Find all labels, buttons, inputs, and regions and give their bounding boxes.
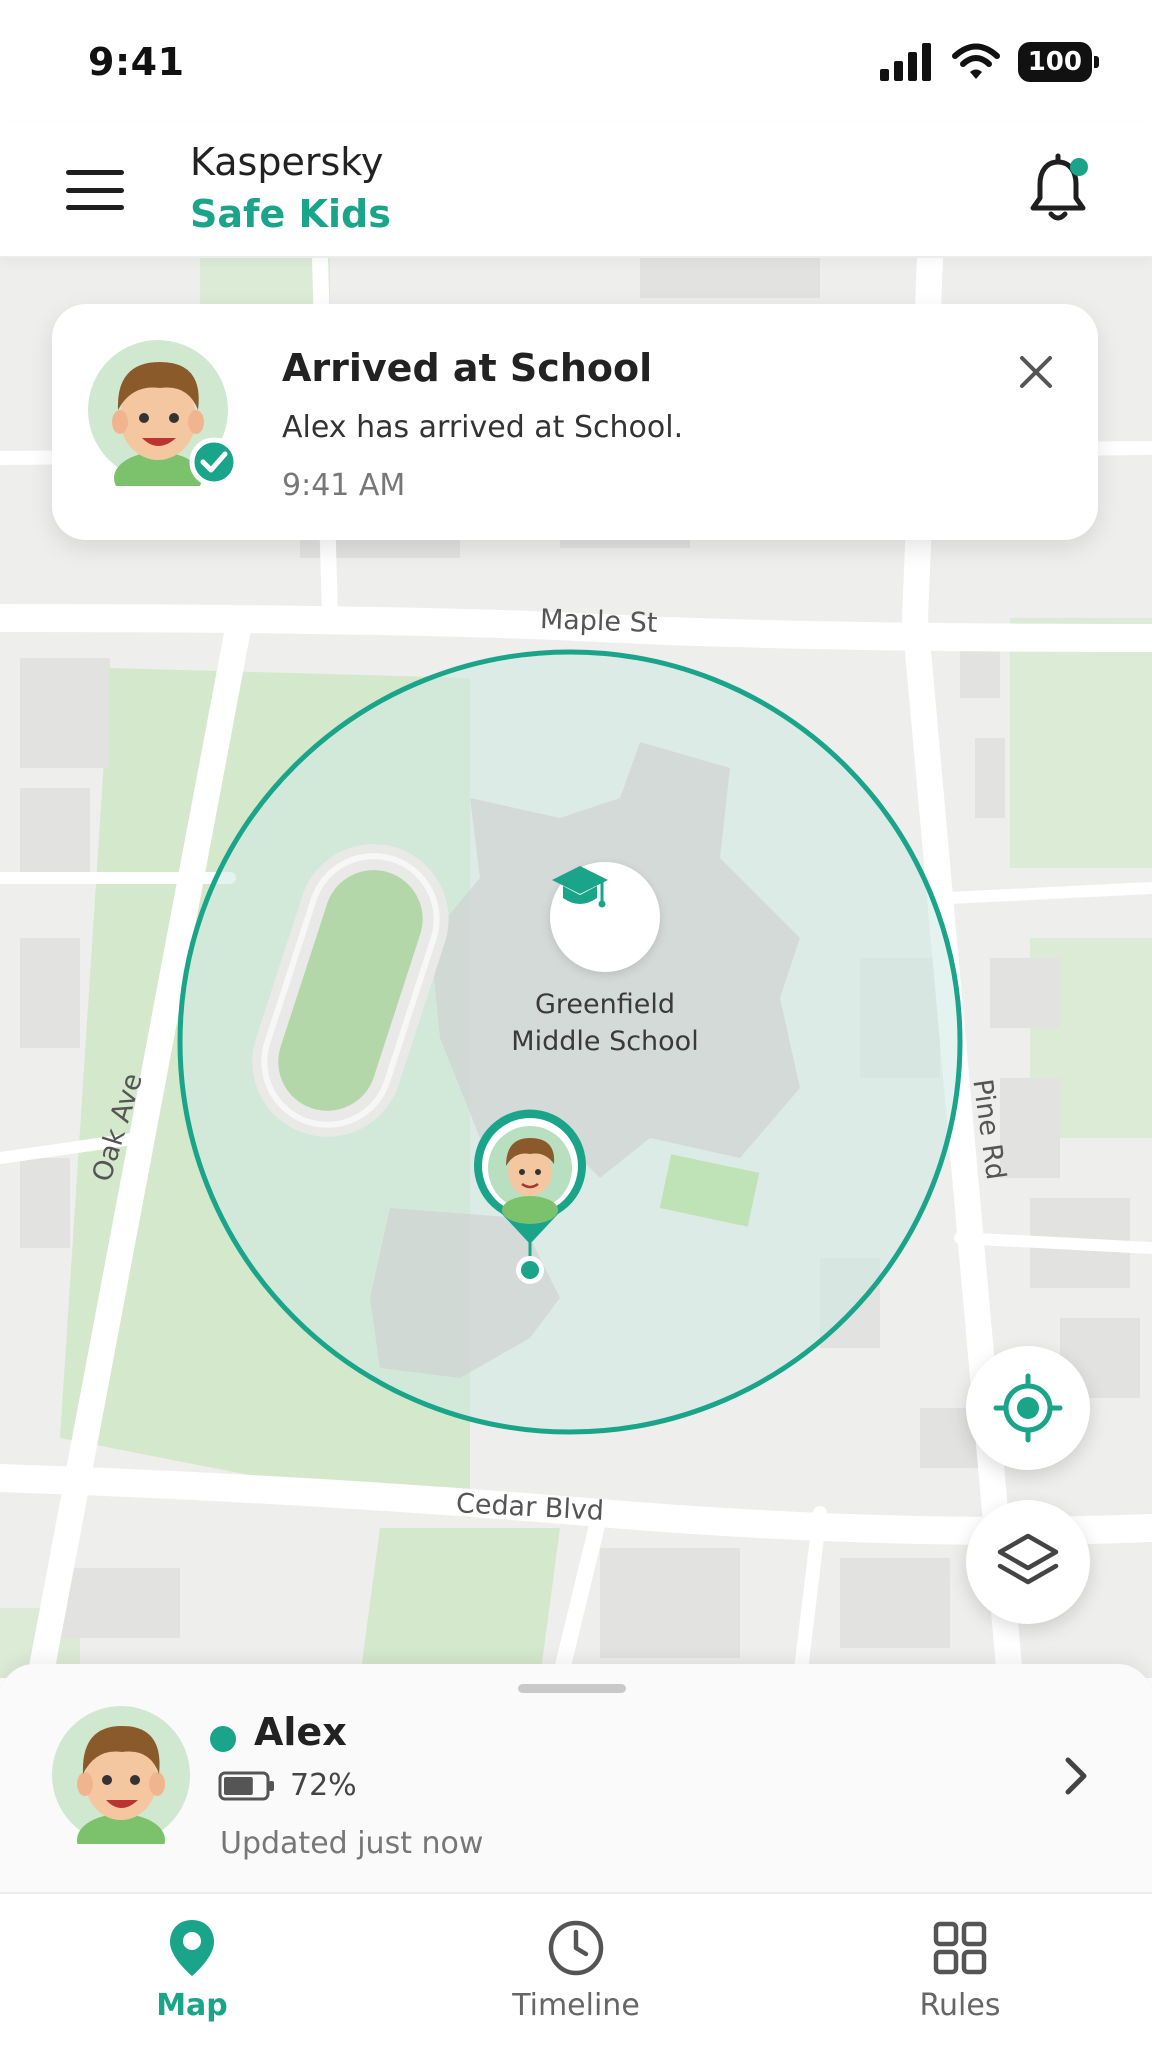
online-status-dot <box>210 1726 236 1752</box>
child-avatar <box>88 340 234 486</box>
open-child-details-button[interactable] <box>1048 1746 1102 1806</box>
drag-handle[interactable] <box>518 1684 626 1693</box>
place-name-line1: Greenfield <box>534 989 676 1020</box>
tab-timeline-label: Timeline <box>512 1988 640 2023</box>
child-name: Alex <box>254 1710 347 1754</box>
cellular-signal-icon <box>879 43 931 81</box>
child-avatar <box>52 1706 190 1844</box>
menu-button[interactable] <box>62 162 128 218</box>
layers-icon <box>997 1533 1059 1585</box>
battery-percent: 72% <box>290 1768 357 1803</box>
last-updated: Updated just now <box>220 1826 484 1861</box>
status-icons: 100 <box>878 40 1100 84</box>
battery-status-badge: 100 <box>1017 42 1100 82</box>
hamburger-icon-bar <box>66 205 124 210</box>
tab-map[interactable]: Map <box>0 1894 384 2048</box>
battery-icon <box>218 1771 274 1800</box>
recenter-location-button[interactable] <box>966 1346 1090 1470</box>
notification-time: 9:41 AM <box>282 468 406 503</box>
status-bar: 9:41 100 <box>0 0 1152 122</box>
chevron-right-icon <box>1065 1757 1087 1795</box>
tab-timeline[interactable]: Timeline <box>384 1894 768 2048</box>
bottom-navigation: Map Timeline Rules <box>0 1892 1152 2048</box>
graduation-cap-icon <box>552 866 608 908</box>
app-header: Kaspersky Safe Kids <box>0 122 1152 258</box>
wifi-icon <box>951 43 1000 79</box>
tab-rules-label: Rules <box>919 1988 1001 2023</box>
close-icon <box>1020 356 1052 388</box>
grid-icon <box>933 1921 987 1975</box>
hamburger-icon-bar <box>66 170 124 175</box>
place-name-line2: Middle School <box>511 1026 699 1057</box>
crosshair-icon <box>993 1373 1063 1443</box>
notifications-button[interactable] <box>1020 152 1096 228</box>
unread-badge <box>1070 158 1088 176</box>
notification-body: Alex has arrived at School. <box>282 410 684 445</box>
notification-title: Arrived at School <box>282 346 653 390</box>
brand-name: Kaspersky <box>190 140 384 184</box>
arrival-notification-card[interactable]: Arrived at School Alex has arrived at Sc… <box>52 304 1098 540</box>
status-time: 9:41 <box>88 40 185 84</box>
map-pin-icon <box>170 1920 214 1976</box>
brand-product: Safe Kids <box>190 192 391 236</box>
place-name: Greenfield Middle School <box>470 986 740 1060</box>
tab-map-label: Map <box>156 1988 228 2023</box>
map-layers-button[interactable] <box>966 1500 1090 1624</box>
hamburger-icon-bar <box>66 187 124 193</box>
clock-icon <box>548 1920 604 1976</box>
street-label-maple: Maple St <box>539 603 658 640</box>
close-notification-button[interactable] <box>1010 346 1062 398</box>
battery-row: 72% <box>218 1768 357 1803</box>
child-summary-sheet[interactable]: Alex 72% Updated just now <box>0 1664 1152 1894</box>
tab-rules[interactable]: Rules <box>768 1894 1152 2048</box>
school-place-marker[interactable] <box>550 862 660 972</box>
